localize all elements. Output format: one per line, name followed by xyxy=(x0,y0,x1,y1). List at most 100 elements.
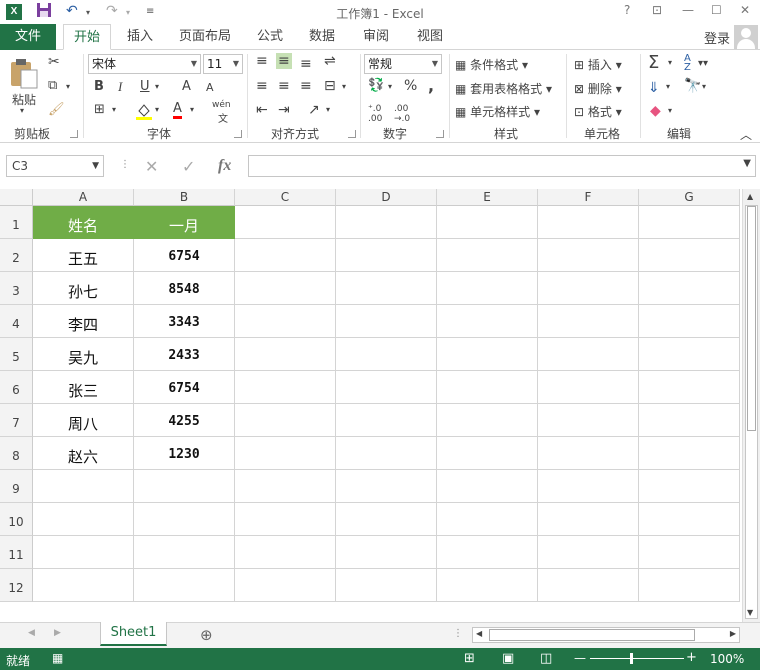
cell-b9[interactable] xyxy=(134,470,235,503)
row-header-12[interactable]: 12 xyxy=(0,569,33,602)
cell-g9[interactable] xyxy=(639,470,740,503)
cell-a12[interactable] xyxy=(33,569,134,602)
column-header-d[interactable]: D xyxy=(336,189,437,206)
cut-icon[interactable]: ✂ xyxy=(48,54,60,70)
cell-f12[interactable] xyxy=(538,569,639,602)
enter-formula-icon[interactable]: ✓ xyxy=(182,157,195,176)
expand-formula-icon[interactable]: ▼ xyxy=(743,158,751,169)
zoom-level[interactable]: 100% xyxy=(710,652,744,666)
cell-d12[interactable] xyxy=(336,569,437,602)
cell-f11[interactable] xyxy=(538,536,639,569)
row-header-5[interactable]: 5 xyxy=(0,338,33,371)
hscroll-thumb[interactable] xyxy=(489,629,695,641)
cell-f3[interactable] xyxy=(538,272,639,305)
column-header-b[interactable]: B xyxy=(134,189,235,206)
cell-g12[interactable] xyxy=(639,569,740,602)
grow-font-button[interactable]: A xyxy=(182,79,191,94)
cell-b11[interactable] xyxy=(134,536,235,569)
copy-icon[interactable]: ⧉ xyxy=(48,78,57,93)
cancel-formula-icon[interactable]: ✕ xyxy=(145,157,158,176)
autosum-button[interactable]: Σ xyxy=(648,52,659,73)
cell-d9[interactable] xyxy=(336,470,437,503)
cell-b10[interactable] xyxy=(134,503,235,536)
tab-formulas[interactable]: 公式 xyxy=(250,24,290,50)
currency-icon[interactable]: 💱 xyxy=(368,78,384,93)
cell-b6[interactable]: 6754 xyxy=(134,371,235,404)
cell-b12[interactable] xyxy=(134,569,235,602)
insert-cells-button[interactable]: ⊞ 插入 ▾ xyxy=(574,56,622,73)
fill-dropdown-icon[interactable]: ▾ xyxy=(666,82,670,91)
italic-button[interactable]: I xyxy=(118,79,122,95)
cell-f4[interactable] xyxy=(538,305,639,338)
insert-function-button[interactable]: fx xyxy=(218,157,231,175)
cell-f5[interactable] xyxy=(538,338,639,371)
decrease-indent-icon[interactable]: ⇤ xyxy=(256,102,268,118)
shrink-font-button[interactable]: A xyxy=(206,81,214,94)
cell-a8[interactable]: 赵六 xyxy=(33,437,134,470)
cell-a9[interactable] xyxy=(33,470,134,503)
cell-e7[interactable] xyxy=(437,404,538,437)
cell-d10[interactable] xyxy=(336,503,437,536)
add-sheet-button[interactable]: ⊕ xyxy=(200,626,213,644)
cell-b8[interactable]: 1230 xyxy=(134,437,235,470)
cell-g10[interactable] xyxy=(639,503,740,536)
tab-home[interactable]: 开始 xyxy=(63,24,111,50)
percent-button[interactable]: % xyxy=(404,78,417,94)
cell-styles-button[interactable]: ▦ 单元格样式 ▾ xyxy=(455,103,540,120)
cell-c2[interactable] xyxy=(235,239,336,272)
cell-c1[interactable] xyxy=(235,206,336,239)
align-right-icon[interactable]: ≡ xyxy=(300,78,312,94)
cell-e9[interactable] xyxy=(437,470,538,503)
alignment-launcher-icon[interactable] xyxy=(348,130,356,138)
cell-d11[interactable] xyxy=(336,536,437,569)
font-size-select[interactable]: 11 ▼ xyxy=(203,54,243,74)
scroll-track[interactable] xyxy=(745,205,758,619)
cell-c11[interactable] xyxy=(235,536,336,569)
cell-e10[interactable] xyxy=(437,503,538,536)
cell-f1[interactable] xyxy=(538,206,639,239)
cell-f9[interactable] xyxy=(538,470,639,503)
border-icon[interactable]: ⊞ xyxy=(94,102,105,117)
cell-b7[interactable]: 4255 xyxy=(134,404,235,437)
increase-decimal-icon[interactable]: ⁺.0.00 xyxy=(368,104,382,124)
name-box[interactable]: C3 ▼ xyxy=(6,155,104,177)
delete-cells-button[interactable]: ⊠ 删除 ▾ xyxy=(574,80,622,97)
cell-a4[interactable]: 李四 xyxy=(33,305,134,338)
horizontal-scrollbar[interactable]: ◀ ▶ xyxy=(472,627,740,643)
cell-e2[interactable] xyxy=(437,239,538,272)
cell-e11[interactable] xyxy=(437,536,538,569)
cell-g2[interactable] xyxy=(639,239,740,272)
tab-review[interactable]: 审阅 xyxy=(356,24,396,50)
format-painter-icon[interactable]: 🖌 xyxy=(48,102,65,117)
cell-a2[interactable]: 王五 xyxy=(33,239,134,272)
number-format-select[interactable]: 常规 ▼ xyxy=(364,54,442,74)
column-header-e[interactable]: E xyxy=(437,189,538,206)
align-bottom-icon[interactable]: ≡ xyxy=(300,56,312,72)
clear-eraser-icon[interactable]: ◆ xyxy=(650,103,661,119)
page-layout-view-icon[interactable]: ▣ xyxy=(502,651,514,666)
cell-c4[interactable] xyxy=(235,305,336,338)
scroll-up-icon[interactable]: ▲ xyxy=(747,192,753,201)
prev-sheet-icon[interactable]: ◀ xyxy=(28,628,35,638)
zoom-out-button[interactable]: — xyxy=(574,651,586,665)
merge-dropdown-icon[interactable]: ▾ xyxy=(342,82,346,91)
row-header-4[interactable]: 4 xyxy=(0,305,33,338)
cell-g6[interactable] xyxy=(639,371,740,404)
cell-a11[interactable] xyxy=(33,536,134,569)
row-header-9[interactable]: 9 xyxy=(0,470,33,503)
copy-dropdown-icon[interactable]: ▾ xyxy=(66,82,70,91)
cell-g4[interactable] xyxy=(639,305,740,338)
row-header-7[interactable]: 7 xyxy=(0,404,33,437)
align-center-icon[interactable]: ≡ xyxy=(278,78,290,94)
cell-b3[interactable]: 8548 xyxy=(134,272,235,305)
ribbon-display-button[interactable]: ⊡ xyxy=(652,3,662,17)
cell-a5[interactable]: 吴九 xyxy=(33,338,134,371)
font-color-button[interactable]: A xyxy=(173,102,182,119)
cell-g8[interactable] xyxy=(639,437,740,470)
cell-e4[interactable] xyxy=(437,305,538,338)
row-header-1[interactable]: 1 xyxy=(0,206,33,239)
tab-file[interactable]: 文件 xyxy=(0,24,56,50)
help-button[interactable]: ? xyxy=(624,3,630,17)
minimize-button[interactable]: — xyxy=(682,3,694,17)
login-link[interactable]: 登录 xyxy=(704,28,730,47)
